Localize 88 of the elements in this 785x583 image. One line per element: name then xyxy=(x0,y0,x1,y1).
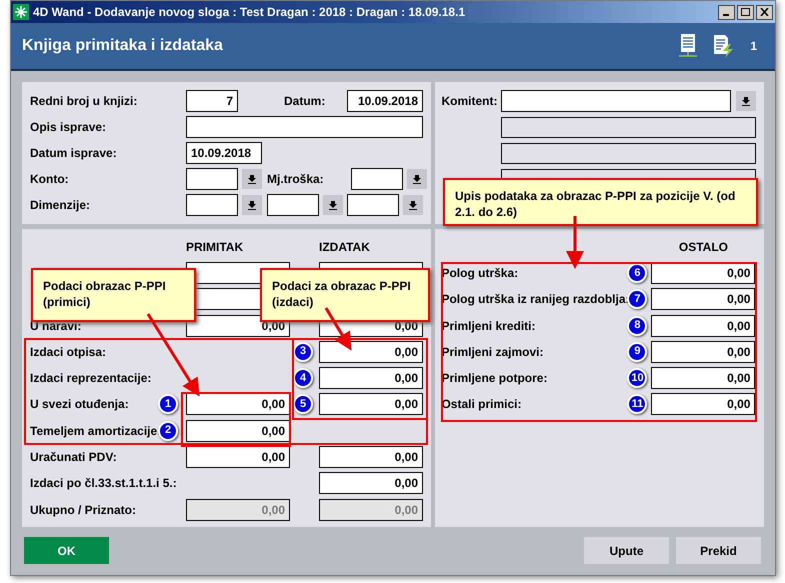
annotation-tooltip: Podaci obrazac P-PPI (primici) xyxy=(31,268,196,322)
annotation-tooltip: Podaci za obrazac P-PPI (izdaci) xyxy=(260,268,430,322)
column-header: PRIMITAK xyxy=(186,239,244,256)
dropdown-arrow-icon xyxy=(247,174,257,184)
field-label: Primljeni zajmovi: xyxy=(441,344,544,359)
minimize-button[interactable] xyxy=(718,4,735,20)
field-label: Ukupno / Priznato: xyxy=(30,502,136,517)
input-field[interactable]: 0,00 xyxy=(186,446,290,468)
input-field[interactable]: 10.09.2018 xyxy=(347,90,423,112)
field-label: Polog utrška iz ranijeg razdoblja: xyxy=(441,292,630,306)
dropdown-arrow-icon xyxy=(247,200,257,210)
dialog-button[interactable]: Prekid xyxy=(676,537,761,564)
input-field[interactable]: 0,00 xyxy=(319,393,423,416)
input-field[interactable] xyxy=(186,116,423,138)
field-label: Komitent: xyxy=(441,94,498,108)
field-label: Opis isprave: xyxy=(30,120,106,134)
field-label: Izdaci reprezentacije: xyxy=(30,371,152,386)
field-label: Ostali primici: xyxy=(441,397,522,412)
dropdown-arrow-icon xyxy=(741,96,752,106)
number-badge: 11 xyxy=(627,394,648,414)
dropdown-button[interactable] xyxy=(242,195,262,215)
field-label: Mj.troška: xyxy=(267,172,324,186)
input-field[interactable]: 0,00 xyxy=(186,420,290,442)
input-field[interactable]: 0,00 xyxy=(651,393,756,416)
dialog-button[interactable]: OK xyxy=(24,537,109,564)
field-label: Izdaci otpisa: xyxy=(30,344,106,359)
column-header: OSTALO xyxy=(678,239,729,256)
number-badge: 8 xyxy=(627,316,648,336)
document-list-icon[interactable] xyxy=(678,33,698,59)
page-title: Knjiga primitaka i izdataka xyxy=(22,36,223,56)
dropdown-arrow-icon xyxy=(328,200,338,210)
dropdown-button[interactable] xyxy=(403,195,423,215)
number-badge: 1 xyxy=(158,394,178,414)
field-label: Dimenzije: xyxy=(30,198,90,212)
input-field[interactable]: 7 xyxy=(186,90,238,112)
callout-arrow xyxy=(324,307,352,351)
field-label: U svezi otuđenja: xyxy=(30,397,129,412)
dropdown-arrow-icon xyxy=(408,200,418,210)
number-badge: 6 xyxy=(627,263,648,283)
field-label: Redni broj u knjizi: xyxy=(30,94,138,108)
dropdown-button[interactable] xyxy=(407,169,427,189)
maximize-icon xyxy=(741,8,750,16)
column-header: IZDATAK xyxy=(319,239,370,256)
input-field[interactable] xyxy=(267,194,319,216)
dialog-button[interactable]: Upute xyxy=(584,537,669,564)
input-field[interactable] xyxy=(351,168,403,190)
number-badge: 9 xyxy=(627,342,648,362)
field-label: Primljene potpore: xyxy=(441,371,548,386)
input-field[interactable]: 0,00 xyxy=(186,393,290,416)
dropdown-button[interactable] xyxy=(736,91,756,111)
field-label: Datum isprave: xyxy=(30,146,117,160)
maximize-button[interactable] xyxy=(737,4,754,20)
dropdown-button[interactable] xyxy=(242,169,262,189)
number-badge: 5 xyxy=(293,394,313,414)
field-label: Polog utrška: xyxy=(441,266,518,280)
callout-arrow xyxy=(566,216,584,269)
input-field[interactable]: 0,00 xyxy=(319,446,423,468)
input-field[interactable]: 0,00 xyxy=(319,367,423,390)
number-badge: 2 xyxy=(158,420,178,441)
input-field[interactable] xyxy=(186,194,238,216)
input-field[interactable]: 0,00 xyxy=(651,367,756,390)
field-label: Izdaci po čl.33.st.1.t.1.i 5.: xyxy=(30,476,177,490)
input-field[interactable]: 0,00 xyxy=(651,262,756,284)
number-badge: 7 xyxy=(627,289,648,310)
number-badge: 4 xyxy=(293,368,313,388)
close-button[interactable] xyxy=(756,4,773,20)
number-badge: 3 xyxy=(293,342,313,362)
input-field[interactable] xyxy=(347,194,399,216)
field-label: Uračunati PDV: xyxy=(30,450,117,464)
input-field[interactable]: 0,00 xyxy=(651,314,756,337)
input-field[interactable]: 0,00 xyxy=(319,340,423,363)
input-field[interactable]: 10.09.2018 xyxy=(186,142,262,164)
input-field[interactable]: 0,00 xyxy=(651,288,756,310)
input-field[interactable] xyxy=(186,168,238,190)
close-icon xyxy=(760,8,769,16)
number-badge: 10 xyxy=(627,368,648,388)
app-logo-icon xyxy=(13,4,29,20)
dropdown-arrow-icon xyxy=(412,174,422,184)
input-field[interactable]: 0,00 xyxy=(651,340,756,363)
annotation-tooltip: Upis podataka za obrazac P-PPI za pozicije V. (od 2.1. do 2.6) xyxy=(443,178,758,226)
field-label: Primljeni krediti: xyxy=(441,318,536,333)
count-label: 1 xyxy=(750,38,757,55)
input-field[interactable] xyxy=(501,90,732,112)
input-field[interactable]: 0,00 xyxy=(319,472,423,494)
dropdown-button[interactable] xyxy=(323,195,343,215)
field-label: Konto: xyxy=(30,172,69,186)
field-label: Datum: xyxy=(284,94,326,108)
window-title: 4D Wand - Dodavanje novog sloga : Test Dragan : 2018 : Dragan : 18.09.18.1 xyxy=(33,4,466,21)
